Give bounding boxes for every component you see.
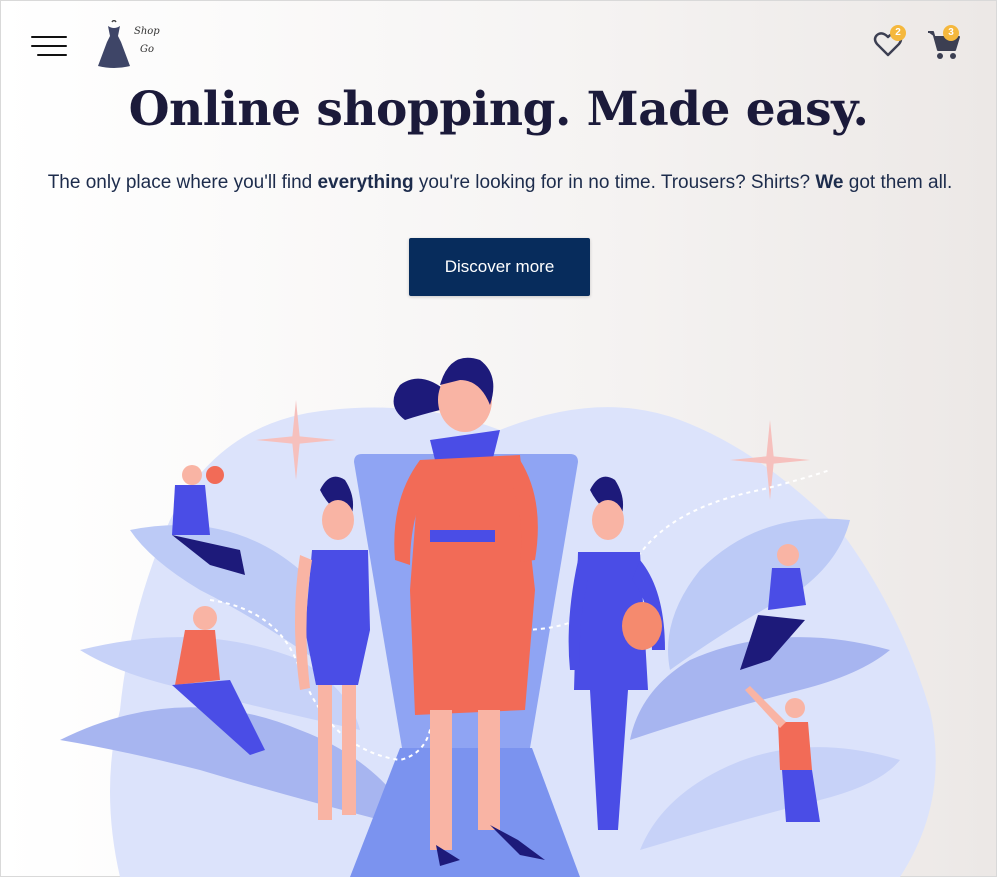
cart-button[interactable]: 3	[926, 25, 962, 64]
tagline-text-1: The only place where you'll find	[47, 172, 318, 193]
cart-count-badge: 3	[943, 25, 959, 41]
dress-icon	[98, 20, 130, 68]
tagline-text-3: got them all.	[843, 172, 953, 193]
hero-tagline: The only place where you'll find everyth…	[30, 168, 970, 198]
site-header: Shop Go 2 3	[0, 0, 997, 90]
shop-go-logo[interactable]: Shop Go	[94, 20, 168, 72]
hamburger-menu-icon[interactable]	[31, 36, 69, 58]
tagline-bold-1: everything	[317, 172, 414, 193]
hero-title: Online shopping. Made easy.	[128, 82, 869, 137]
logo-text-line2: Go	[140, 44, 155, 55]
wishlist-count-badge: 2	[890, 25, 906, 41]
tagline-bold-2: We	[815, 172, 844, 193]
tagline-text-2: you're looking for in no time. Trousers?…	[413, 172, 816, 193]
hero-illustration	[60, 357, 936, 877]
wishlist-button[interactable]: 2	[872, 25, 908, 64]
logo-text-line1: Shop	[134, 26, 160, 37]
discover-more-button[interactable]: Discover more	[409, 238, 590, 296]
